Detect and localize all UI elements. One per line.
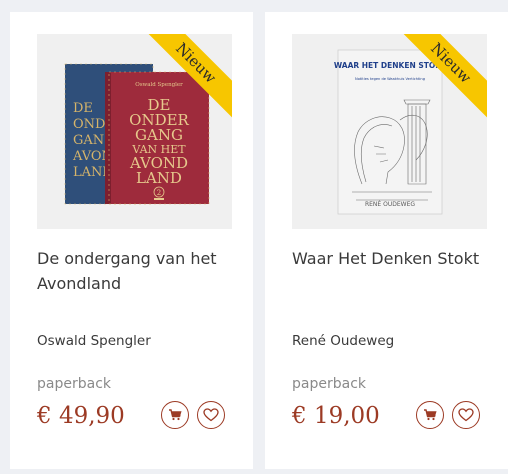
heart-icon	[203, 408, 219, 422]
product-card[interactable]: WAAR HET DENKEN STOKT Notities tegen de …	[265, 12, 508, 469]
product-image[interactable]: DE ONDE GAN AVON LAND Oswald Spengler DE…	[37, 34, 232, 229]
product-author[interactable]: Oswald Spengler	[37, 333, 151, 349]
cart-icon	[424, 409, 437, 421]
product-author[interactable]: René Oudeweg	[292, 333, 394, 349]
svg-text:LAND: LAND	[136, 169, 182, 187]
svg-text:RENÉ OUDEWEG: RENÉ OUDEWEG	[365, 200, 415, 208]
product-format: paperback	[37, 376, 111, 392]
product-title[interactable]: De ondergang van het Avondland	[37, 246, 247, 296]
add-to-cart-button[interactable]	[161, 401, 189, 429]
svg-text:GANG: GANG	[135, 126, 183, 144]
product-format: paperback	[292, 376, 366, 392]
svg-text:Oswald Spengler: Oswald Spengler	[135, 82, 183, 88]
add-to-cart-button[interactable]	[416, 401, 444, 429]
product-title[interactable]: Waar Het Denken Stokt	[292, 246, 502, 271]
svg-text:2: 2	[157, 189, 161, 197]
product-price: € 19,00	[292, 403, 380, 429]
svg-text:GAN: GAN	[73, 133, 104, 148]
product-card[interactable]: DE ONDE GAN AVON LAND Oswald Spengler DE…	[10, 12, 253, 469]
wishlist-button[interactable]	[197, 401, 225, 429]
cart-icon	[169, 409, 182, 421]
svg-text:DE: DE	[73, 101, 93, 116]
svg-text:Notities tegen de Waakhuis Ver: Notities tegen de Waakhuis Vertichting	[355, 77, 425, 81]
heart-icon	[458, 408, 474, 422]
svg-text:WAAR HET DENKEN STOKT: WAAR HET DENKEN STOKT	[334, 61, 447, 70]
product-price: € 49,90	[37, 403, 125, 429]
product-image[interactable]: WAAR HET DENKEN STOKT Notities tegen de …	[292, 34, 487, 229]
wishlist-button[interactable]	[452, 401, 480, 429]
